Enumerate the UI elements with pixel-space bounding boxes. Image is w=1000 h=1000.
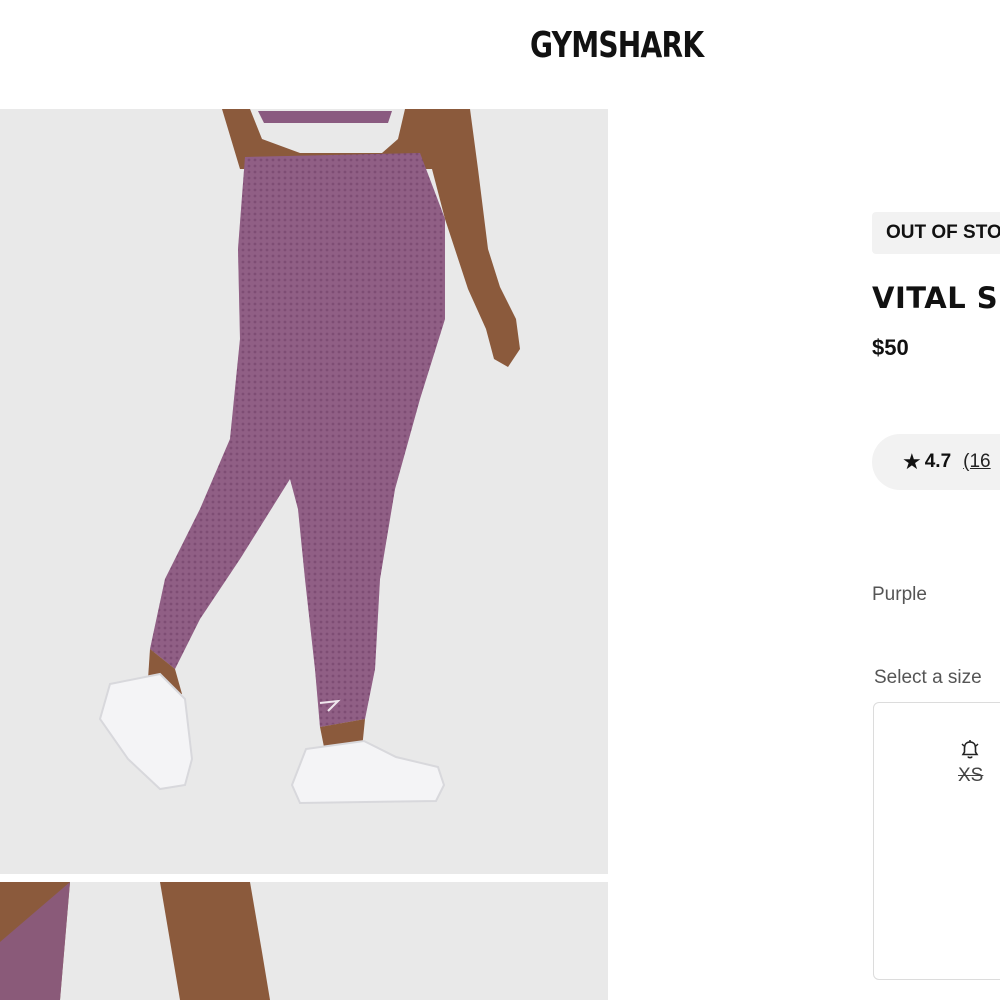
product-price: $50 [872,335,909,360]
product-photo [0,109,608,874]
rating-summary[interactable]: ★ 4.7 (16 [872,434,1000,490]
review-count-link[interactable]: (16 [963,451,990,473]
star-icon: ★ [902,449,922,474]
product-title: VITAL SEAMLESS LEGGINGS [872,281,1000,315]
product-image-main[interactable] [0,109,608,874]
product-image-secondary[interactable] [0,882,608,1000]
stock-status-badge: OUT OF STOCK [872,212,1000,254]
size-selector-label: Select a size [874,667,982,688]
rating-score: 4.7 [924,451,952,472]
size-selector: XS [873,702,1000,980]
bell-icon [960,739,980,761]
product-page: GYMSHARK OUT OF STO VITAL S $50 ★ 4.7 (1… [0,0,1000,1000]
size-option-xs[interactable]: XS [934,739,1000,787]
selected-colour: Purple [872,584,927,605]
size-option-label: XS [958,765,984,786]
brand-logo[interactable]: GYMSHARK [530,26,704,66]
product-photo-secondary [0,882,608,1000]
